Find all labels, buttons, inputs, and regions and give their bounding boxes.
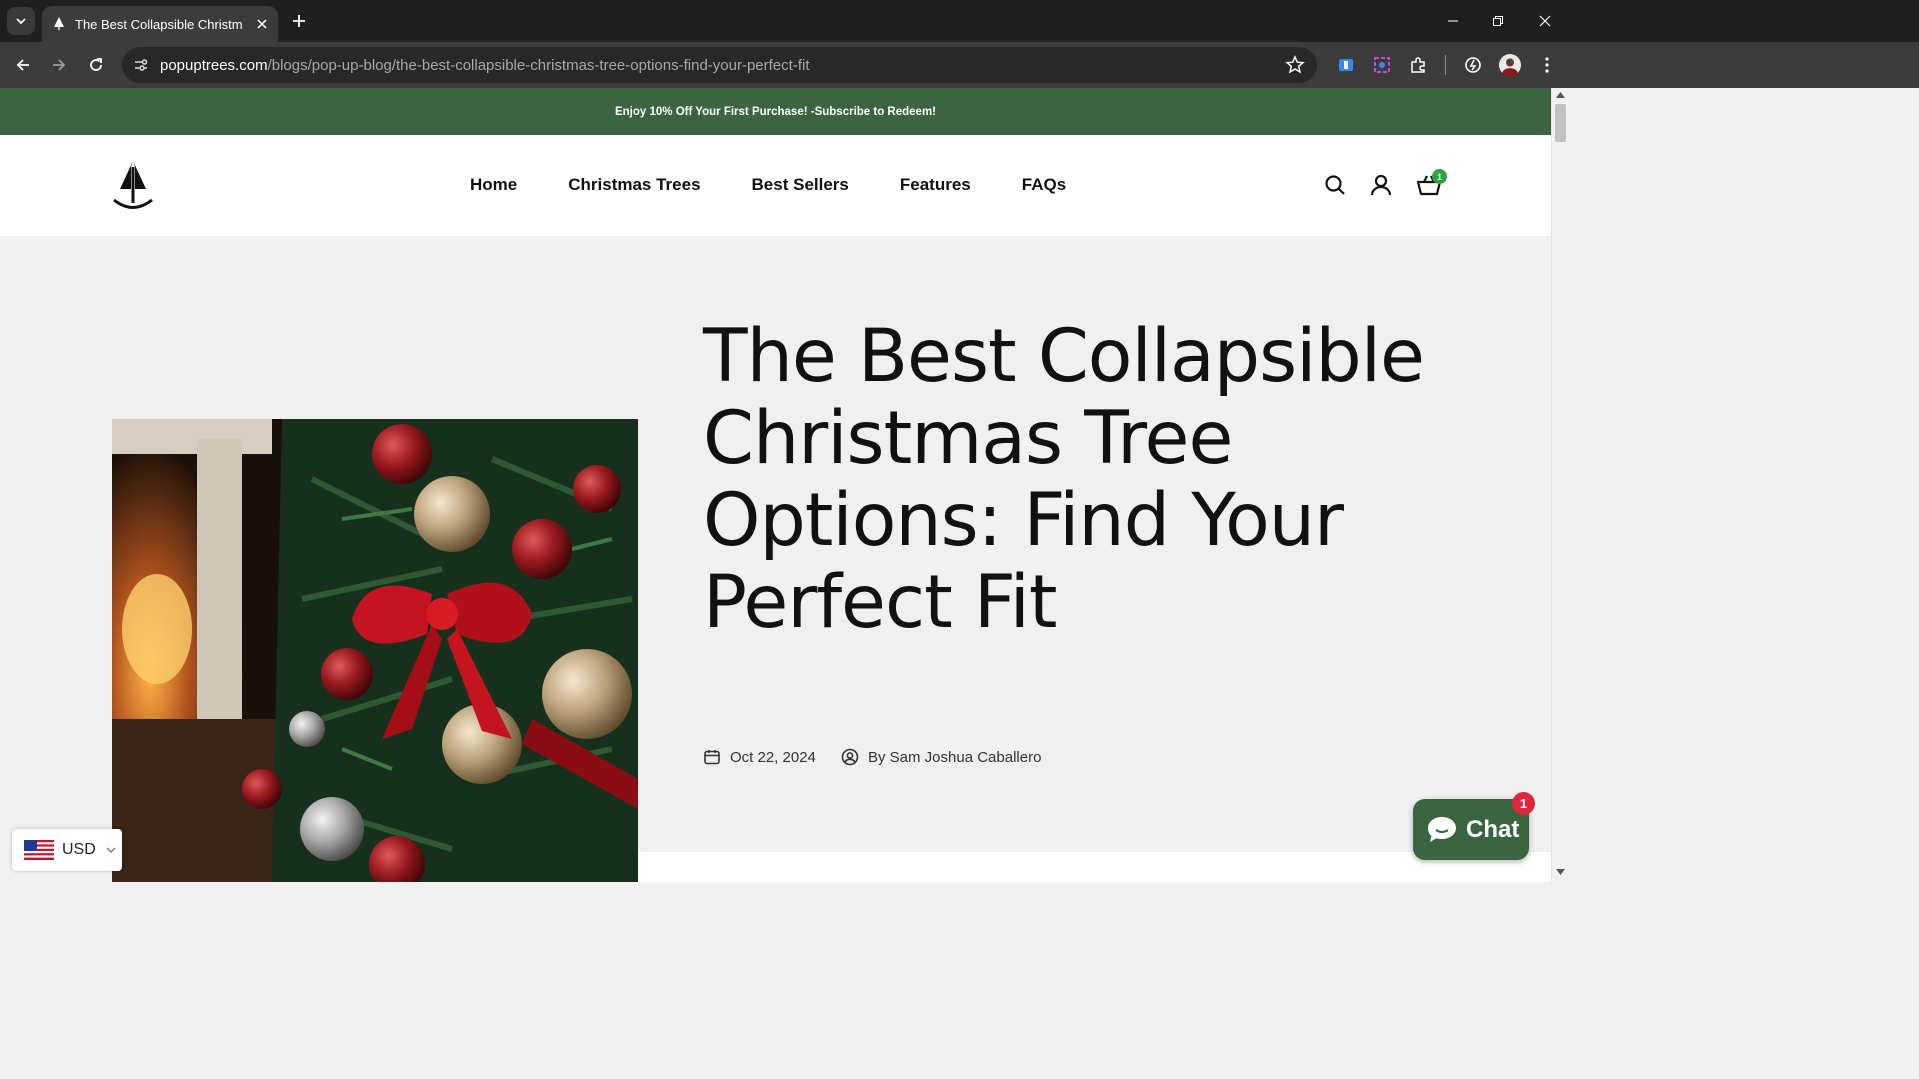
- nav-features[interactable]: Features: [900, 175, 971, 195]
- site-header: Home Christmas Trees Best Sellers Featur…: [0, 135, 1551, 236]
- article-content-top: [638, 852, 1551, 882]
- tab-search-dropdown-icon[interactable]: [7, 7, 35, 35]
- nav-christmas-trees[interactable]: Christmas Trees: [568, 175, 700, 195]
- announcement-bar[interactable]: Enjoy 10% Off Your First Purchase! -Subs…: [0, 88, 1551, 135]
- performance-extension-icon[interactable]: [1461, 53, 1485, 77]
- page-scrollbar[interactable]: [1551, 88, 1569, 879]
- screenshot-extension-icon[interactable]: [1370, 53, 1394, 77]
- bookmark-star-icon[interactable]: [1285, 55, 1305, 75]
- calendar-icon: [704, 750, 720, 765]
- browser-toolbar: popuptrees.com/blogs/pop-up-blog/the-bes…: [0, 42, 1919, 88]
- popup-trees-logo[interactable]: [112, 159, 154, 213]
- nav-faqs[interactable]: FAQs: [1022, 175, 1066, 195]
- nav-best-sellers[interactable]: Best Sellers: [752, 175, 849, 195]
- article-author: By Sam Joshua Caballero: [841, 748, 1041, 766]
- password-manager-extension-icon[interactable]: [1334, 53, 1358, 77]
- main-navigation: Home Christmas Trees Best Sellers Featur…: [470, 175, 1117, 195]
- browser-menu-icon[interactable]: [1535, 53, 1559, 77]
- article-title: The Best Collapsible Christmas Tree Opti…: [703, 314, 1425, 645]
- announcement-text: Enjoy 10% Off Your First Purchase! -Subs…: [614, 105, 936, 118]
- address-bar[interactable]: popuptrees.com/blogs/pop-up-blog/the-bes…: [122, 47, 1317, 83]
- url-domain: popuptrees.com: [160, 57, 268, 74]
- browser-tab-active[interactable]: The Best Collapsible Christmas Tree Opti…: [42, 6, 278, 42]
- scroll-up-arrow-icon[interactable]: [1556, 92, 1565, 98]
- cart-count-badge: 1: [1432, 169, 1447, 184]
- us-flag-icon: [24, 840, 54, 860]
- article-author-text: By Sam Joshua Caballero: [868, 748, 1042, 766]
- account-icon[interactable]: [1369, 173, 1393, 197]
- back-arrow-icon[interactable]: [9, 51, 37, 79]
- chat-bubble-icon: [1428, 816, 1456, 842]
- tree-favicon-icon: [51, 16, 67, 32]
- restore-window-icon[interactable]: [1486, 10, 1510, 32]
- scroll-down-arrow-icon[interactable]: [1556, 869, 1565, 875]
- currency-code: USD: [62, 841, 96, 858]
- scrollbar-thumb[interactable]: [1555, 104, 1566, 142]
- forward-arrow-icon[interactable]: [45, 51, 73, 79]
- article-date-text: Oct 22, 2024: [730, 748, 816, 766]
- url-text[interactable]: popuptrees.com/blogs/pop-up-blog/the-bes…: [160, 57, 809, 74]
- site-settings-icon[interactable]: [132, 56, 150, 74]
- search-icon[interactable]: [1323, 173, 1347, 197]
- close-window-icon[interactable]: [1533, 10, 1557, 32]
- article-hero-image: [112, 419, 638, 882]
- close-tab-icon[interactable]: [252, 14, 272, 34]
- toolbar-divider: [1445, 55, 1446, 75]
- chat-button[interactable]: Chat: [1413, 799, 1529, 860]
- currency-selector[interactable]: USD: [12, 829, 122, 871]
- user-circle-icon: [841, 748, 859, 766]
- extensions-puzzle-icon[interactable]: [1406, 53, 1430, 77]
- url-path: /blogs/pop-up-blog/the-best-collapsible-…: [267, 57, 810, 74]
- tab-title: The Best Collapsible Christmas Tree Opti…: [75, 16, 243, 32]
- article-date: Oct 22, 2024: [703, 748, 816, 766]
- reload-icon[interactable]: [82, 51, 110, 79]
- minimize-window-icon[interactable]: [1441, 10, 1465, 32]
- new-tab-icon[interactable]: [287, 9, 311, 33]
- chevron-down-icon: [106, 847, 116, 853]
- chat-notification-badge: 1: [1512, 792, 1535, 815]
- browser-tab-strip: The Best Collapsible Christmas Tree Opti…: [0, 0, 1919, 42]
- chat-label: Chat: [1466, 815, 1520, 843]
- profile-avatar-icon[interactable]: [1498, 53, 1522, 77]
- nav-home[interactable]: Home: [470, 175, 517, 195]
